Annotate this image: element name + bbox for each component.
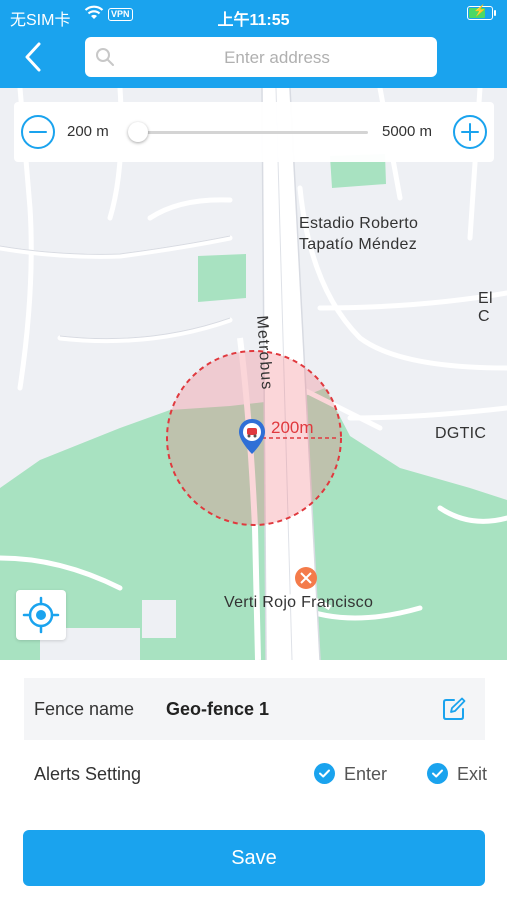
alert-exit-label: Exit	[457, 764, 488, 784]
charging-bolt-icon: ⚡	[473, 5, 487, 17]
alerts-setting-row: Alerts Setting Enter Exit	[24, 748, 488, 800]
vehicle-pin-icon[interactable]	[237, 418, 267, 461]
map-label-verti: Verti Rojo Francisco	[224, 594, 374, 611]
chevron-left-icon	[25, 42, 41, 72]
address-search-input[interactable]	[125, 37, 429, 79]
back-button[interactable]	[18, 40, 52, 74]
search-icon	[95, 47, 115, 72]
min-radius-label: 200 m	[67, 123, 109, 140]
radius-slider-thumb[interactable]	[128, 122, 148, 142]
fence-name-row[interactable]: Fence name Geo-fence 1	[24, 678, 485, 740]
save-button[interactable]: Save	[23, 830, 485, 886]
fence-radius-label: 200m	[271, 418, 314, 437]
search-bar[interactable]	[85, 37, 437, 79]
plus-circle-icon	[453, 115, 487, 149]
map-background	[0, 88, 507, 660]
status-bar: 无SIM卡 VPN 上午11:55 ⚡	[0, 0, 507, 30]
locate-me-button[interactable]	[16, 590, 66, 640]
fence-name-label: Fence name	[34, 699, 135, 719]
top-bar: 无SIM卡 VPN 上午11:55 ⚡	[0, 0, 507, 88]
alerts-setting-label: Alerts Setting	[34, 764, 142, 784]
fence-name-value: Geo-fence 1	[166, 699, 270, 719]
minus-circle-icon	[21, 115, 55, 149]
map-label-stadium-line1: Estadio Roberto	[299, 215, 419, 232]
edit-button[interactable]	[442, 697, 466, 721]
map-view[interactable]: Estadio Roberto Tapatío Méndez El C DGTI…	[0, 88, 507, 660]
edit-icon	[443, 697, 466, 720]
map-label-dgtic: DGTIC	[435, 425, 487, 442]
check-icon	[314, 763, 335, 784]
zoom-in-button[interactable]	[452, 114, 488, 150]
radius-slider-track[interactable]	[128, 122, 368, 142]
zoom-out-button[interactable]	[20, 114, 56, 150]
map-label-el-c: El C	[478, 290, 493, 325]
map-label-stadium-line2: Tapatío Méndez	[299, 236, 418, 253]
check-icon	[427, 763, 448, 784]
crosshair-icon	[22, 596, 60, 634]
battery-icon: ⚡	[467, 5, 493, 20]
clock: 上午11:55	[217, 12, 290, 29]
max-radius-label: 5000 m	[382, 123, 433, 140]
alert-enter-label: Enter	[344, 764, 388, 784]
radius-slider-bar: 200 m 5000 m	[14, 102, 494, 162]
battery-cap	[494, 10, 496, 16]
